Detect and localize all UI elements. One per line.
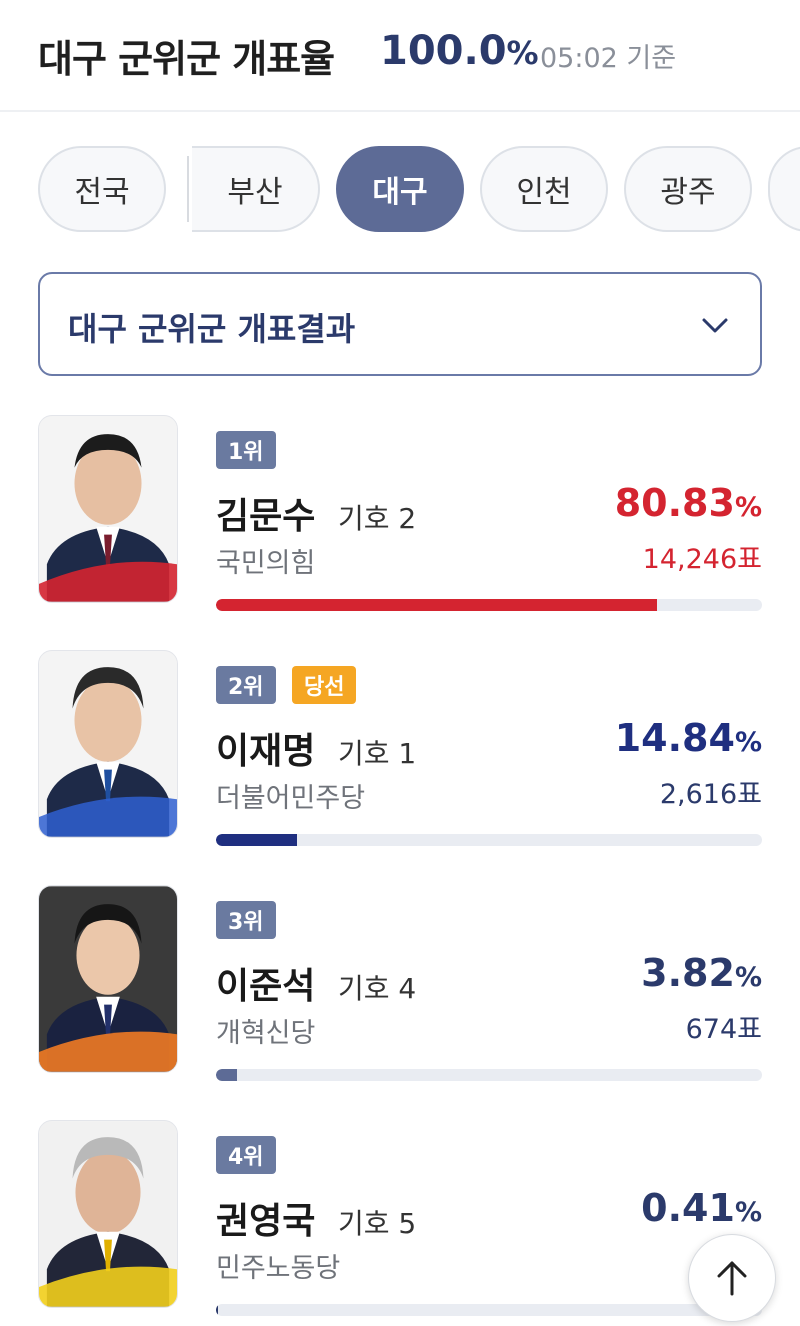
vote-bar [216, 599, 762, 611]
candidate-number: 기호 2 [338, 502, 417, 535]
rank-badge: 4위 [216, 1136, 276, 1174]
vote-bar-fill [216, 1304, 219, 1316]
vote-percent-value: 14.84 [614, 716, 735, 760]
chevron-down-icon [702, 318, 728, 333]
candidate-photo [38, 415, 178, 603]
arrow-up-icon [717, 1261, 747, 1296]
candidate-party: 더불어민주당 [216, 783, 366, 814]
vote-percent-unit: % [734, 962, 762, 993]
tab-busan[interactable]: 부산 [192, 146, 320, 232]
tab-divider [187, 156, 189, 222]
scroll-top-button[interactable] [688, 1234, 776, 1322]
vote-percent-unit: % [734, 727, 762, 758]
candidate-number: 기호 5 [338, 1207, 417, 1240]
update-time: 05:02 기준 [540, 43, 677, 74]
tab-incheon[interactable]: 인천 [480, 146, 608, 232]
rank-badge: 2위 [216, 666, 276, 704]
vote-percent: 0.41% [641, 1186, 762, 1230]
candidate-party: 국민의힘 [216, 548, 316, 579]
region-tabs: 전국 부산 대구 인천 광주 [0, 146, 800, 234]
candidate-card[interactable]: 3위 이준석 기호 4 개혁신당 3.82% 674표 [0, 885, 800, 1095]
vote-count: 674표 [685, 1014, 762, 1045]
candidate-photo [38, 1120, 178, 1308]
vote-bar [216, 1304, 762, 1316]
vote-percent: 80.83% [615, 481, 762, 525]
tab-next-partial[interactable] [768, 146, 800, 232]
tab-gwangju[interactable]: 광주 [624, 146, 752, 232]
vote-percent-value: 3.82 [641, 951, 735, 995]
vote-bar-fill [216, 834, 298, 846]
vote-percent-value: 0.41 [641, 1186, 735, 1230]
tab-daegu[interactable]: 대구 [336, 146, 464, 232]
vote-count: 14,246표 [642, 544, 762, 575]
vote-bar-fill [216, 599, 658, 611]
candidate-number: 기호 4 [338, 972, 417, 1005]
candidate-number: 기호 1 [338, 737, 417, 770]
page-header: 대구 군위군 개표율 100.0% 05:02 기준 [0, 0, 800, 112]
candidate-card[interactable]: 2위 당선 이재명 기호 1 더불어민주당 14.84% 2,616표 [0, 650, 800, 860]
vote-percent: 3.82% [641, 951, 762, 995]
vote-bar-fill [216, 1069, 237, 1081]
winner-badge: 당선 [292, 666, 357, 704]
district-dropdown-label: 대구 군위군 개표결과 [68, 310, 356, 348]
candidate-name: 김문수 [216, 496, 316, 537]
vote-percent-unit: % [734, 1197, 762, 1228]
candidate-party: 민주노동당 [216, 1253, 341, 1284]
candidate-name: 이재명 [216, 731, 316, 772]
count-rate-unit: % [506, 34, 539, 72]
candidate-photo [38, 650, 178, 838]
vote-percent: 14.84% [615, 716, 762, 760]
page-title: 대구 군위군 개표율 [38, 37, 335, 81]
candidate-photo [38, 885, 178, 1073]
vote-bar [216, 1069, 762, 1081]
candidate-party: 개혁신당 [216, 1018, 316, 1049]
vote-percent-unit: % [734, 492, 762, 523]
rank-badge: 1위 [216, 431, 276, 469]
candidate-name: 이준석 [216, 966, 316, 1007]
vote-percent-value: 80.83 [614, 481, 735, 525]
candidate-name: 권영국 [216, 1201, 316, 1242]
vote-count: 2,616표 [659, 779, 762, 810]
count-rate: 100.0% [380, 28, 539, 74]
count-rate-value: 100.0 [380, 28, 507, 74]
vote-bar [216, 834, 762, 846]
candidate-card[interactable]: 1위 김문수 기호 2 국민의힘 80.83% 14,246표 [0, 415, 800, 625]
district-dropdown[interactable]: 대구 군위군 개표결과 [38, 272, 762, 376]
candidate-card[interactable]: 4위 권영국 기호 5 민주노동당 0.41% [0, 1120, 800, 1326]
tab-nationwide[interactable]: 전국 [38, 146, 166, 232]
rank-badge: 3위 [216, 901, 276, 939]
